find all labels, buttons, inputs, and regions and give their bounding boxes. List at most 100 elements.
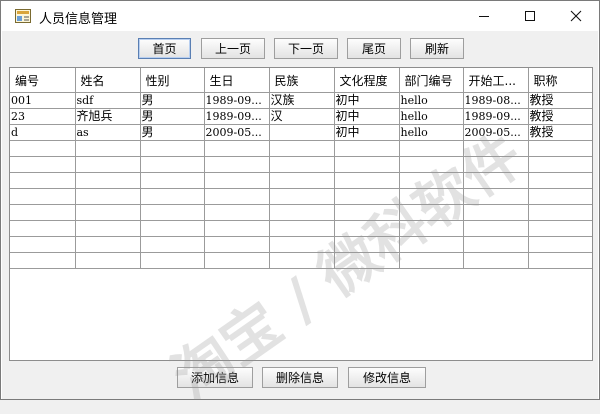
table-cell[interactable] <box>334 220 400 237</box>
maximize-button[interactable] <box>507 1 553 31</box>
personnel-table-scrollpane[interactable]: 编号 姓名 性别 生日 民族 文化程度 部门编号 开始工... 职称 001 sdf 男 1989-0… <box>9 67 593 361</box>
table-cell[interactable] <box>528 140 592 157</box>
table-cell[interactable] <box>463 140 529 157</box>
table-cell[interactable] <box>10 156 76 173</box>
last-page-button[interactable]: 尾页 <box>347 38 401 59</box>
table-cell[interactable] <box>10 188 76 205</box>
table-cell[interactable] <box>528 188 592 205</box>
table-cell[interactable] <box>528 204 592 221</box>
table-cell[interactable] <box>399 140 464 157</box>
column-header[interactable]: 部门编号 <box>399 68 464 93</box>
table-cell[interactable] <box>399 220 464 237</box>
table-cell[interactable] <box>75 204 141 221</box>
empty-table-row[interactable] <box>10 188 592 205</box>
table-cell[interactable] <box>528 252 592 269</box>
table-cell[interactable]: 教授 <box>528 108 592 125</box>
table-cell[interactable] <box>528 156 592 173</box>
table-cell[interactable] <box>140 204 205 221</box>
table-cell[interactable] <box>140 188 205 205</box>
column-header[interactable]: 开始工... <box>463 68 529 93</box>
table-cell[interactable]: as <box>75 124 141 141</box>
table-cell[interactable]: 齐旭兵 <box>75 108 141 125</box>
table-cell[interactable] <box>399 172 464 189</box>
table-cell[interactable] <box>10 220 76 237</box>
add-info-button[interactable]: 添加信息 <box>177 367 253 388</box>
refresh-button[interactable]: 刷新 <box>410 38 464 59</box>
next-page-button[interactable]: 下一页 <box>274 38 338 59</box>
table-cell[interactable]: hello <box>399 108 464 125</box>
table-cell[interactable] <box>75 140 141 157</box>
table-cell[interactable] <box>75 172 141 189</box>
table-cell[interactable] <box>399 236 464 253</box>
table-cell[interactable]: 男 <box>140 108 205 125</box>
table-cell[interactable] <box>463 220 529 237</box>
empty-table-row[interactable] <box>10 220 592 237</box>
table-cell[interactable] <box>140 236 205 253</box>
table-cell[interactable] <box>399 188 464 205</box>
table-cell[interactable] <box>75 236 141 253</box>
empty-table-row[interactable] <box>10 140 592 157</box>
table-row[interactable]: 001 sdf 男 1989-09... 汉族 初中 hello 1989-08... 教授 <box>10 92 592 109</box>
column-header[interactable]: 职称 <box>528 68 592 93</box>
table-cell[interactable]: 1989-09... <box>204 92 270 109</box>
table-cell[interactable] <box>399 156 464 173</box>
column-header[interactable]: 生日 <box>204 68 270 93</box>
table-cell[interactable] <box>10 204 76 221</box>
column-header[interactable]: 性别 <box>140 68 205 93</box>
table-cell[interactable] <box>10 236 76 253</box>
table-cell[interactable] <box>269 156 335 173</box>
empty-table-row[interactable] <box>10 252 592 269</box>
table-cell[interactable]: 1989-09... <box>204 108 270 125</box>
table-cell[interactable] <box>75 156 141 173</box>
table-cell[interactable] <box>204 220 270 237</box>
column-header[interactable]: 姓名 <box>75 68 141 93</box>
column-header[interactable]: 文化程度 <box>334 68 400 93</box>
table-row[interactable]: d as 男 2009-05... 初中 hello 2009-05... 教授 <box>10 124 592 141</box>
first-page-button[interactable]: 首页 <box>138 38 191 59</box>
table-cell[interactable] <box>334 188 400 205</box>
column-header[interactable]: 编号 <box>10 68 76 93</box>
table-cell[interactable] <box>334 156 400 173</box>
empty-table-row[interactable] <box>10 172 592 189</box>
table-cell[interactable]: 汉 <box>269 108 335 125</box>
table-cell[interactable] <box>10 252 76 269</box>
table-cell[interactable] <box>528 172 592 189</box>
table-cell[interactable]: 2009-05... <box>463 124 529 141</box>
table-cell[interactable]: 初中 <box>334 92 400 109</box>
empty-table-row[interactable] <box>10 204 592 221</box>
table-cell[interactable] <box>204 236 270 253</box>
table-cell[interactable] <box>204 156 270 173</box>
table-cell[interactable]: 2009-05... <box>204 124 270 141</box>
table-cell[interactable] <box>463 252 529 269</box>
table-cell[interactable] <box>399 252 464 269</box>
table-cell[interactable] <box>204 252 270 269</box>
table-cell[interactable]: 男 <box>140 124 205 141</box>
table-cell[interactable] <box>528 236 592 253</box>
table-cell[interactable] <box>10 140 76 157</box>
table-cell[interactable]: 初中 <box>334 124 400 141</box>
table-cell[interactable] <box>140 220 205 237</box>
table-cell[interactable] <box>140 252 205 269</box>
table-cell[interactable] <box>334 204 400 221</box>
table-cell[interactable] <box>204 172 270 189</box>
table-cell[interactable] <box>334 236 400 253</box>
table-cell[interactable] <box>334 252 400 269</box>
table-cell[interactable] <box>204 204 270 221</box>
close-button[interactable] <box>553 1 599 31</box>
table-cell[interactable] <box>269 140 335 157</box>
table-cell[interactable] <box>269 172 335 189</box>
empty-table-row[interactable] <box>10 156 592 173</box>
table-cell[interactable] <box>204 140 270 157</box>
table-cell[interactable] <box>528 220 592 237</box>
table-cell[interactable]: 1989-08... <box>463 92 529 109</box>
table-cell[interactable] <box>269 252 335 269</box>
table-cell[interactable] <box>75 220 141 237</box>
table-cell[interactable] <box>269 124 335 141</box>
table-cell[interactable]: 001 <box>10 92 76 109</box>
table-cell[interactable] <box>140 172 205 189</box>
table-cell[interactable] <box>140 156 205 173</box>
minimize-button[interactable] <box>461 1 507 31</box>
table-cell[interactable]: hello <box>399 92 464 109</box>
table-cell[interactable]: 汉族 <box>269 92 335 109</box>
table-cell[interactable] <box>334 172 400 189</box>
